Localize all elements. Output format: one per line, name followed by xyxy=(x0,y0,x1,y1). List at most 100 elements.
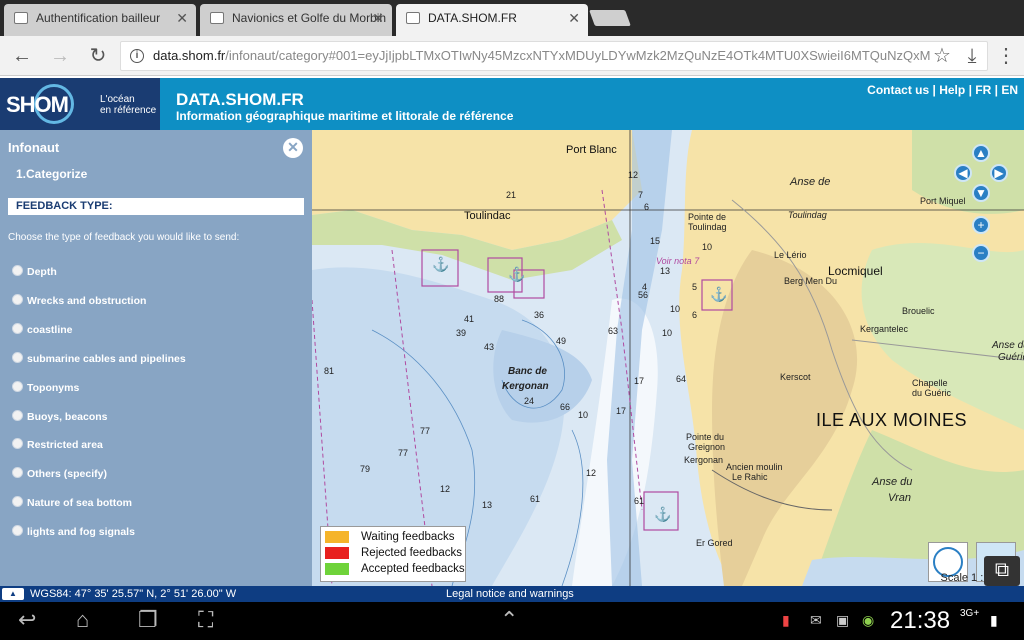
nautical-chart-map[interactable]: ILE AUX MOINES Locmiquel Banc de Kergona… xyxy=(312,130,1024,586)
fullscreen-icon[interactable]: ⧉ xyxy=(984,556,1020,586)
url-path: /infonaut/category#001=eyJjIjpbLTMxOTIwN… xyxy=(225,48,931,63)
option-cables[interactable]: submarine cables and pipelines xyxy=(12,352,186,373)
browser-tab[interactable]: Authentification bailleur ✕ xyxy=(4,4,196,36)
expand-icon[interactable]: ▲ xyxy=(2,588,24,600)
help-link[interactable]: Help xyxy=(939,83,965,97)
radio-button[interactable] xyxy=(12,410,23,422)
radio-button[interactable] xyxy=(12,294,23,306)
place-anse-de: Anse de xyxy=(790,176,831,188)
site-subtitle: Information géographique maritime et lit… xyxy=(176,109,514,123)
place-kerscot: Kerscot xyxy=(780,372,811,382)
close-icon[interactable]: ✕ xyxy=(283,138,303,158)
address-bar: ← → ↻ i data.shom.fr/infonaut/category#0… xyxy=(0,36,1024,76)
depth-sounding: 49 xyxy=(556,336,567,346)
contact-link[interactable]: Contact us xyxy=(867,83,929,97)
new-tab-button[interactable] xyxy=(589,10,631,26)
depth-sounding: 63 xyxy=(608,326,619,336)
system-clock: 21:38 xyxy=(890,607,951,634)
home-nav-icon[interactable]: ⌂ xyxy=(76,608,89,632)
pan-left-button[interactable]: ◀ xyxy=(954,164,972,182)
shom-logo[interactable]: SHOM L'océan en référence xyxy=(0,78,160,130)
radio-button[interactable] xyxy=(12,352,23,364)
pan-down-button[interactable]: ▼ xyxy=(972,184,990,202)
radio-button[interactable] xyxy=(12,467,23,479)
legal-notice-link[interactable]: Legal notice and warnings xyxy=(446,586,574,602)
download-icon[interactable]: ⤓ xyxy=(958,42,986,70)
info-icon[interactable]: i xyxy=(130,49,144,63)
option-lights[interactable]: lights and fog signals xyxy=(12,525,135,546)
link-separator: | xyxy=(994,83,998,97)
option-label: submarine cables and pipelines xyxy=(27,353,186,365)
forward-icon[interactable]: → xyxy=(46,42,74,70)
anchor-icon: ⚓ xyxy=(654,506,672,522)
lang-fr-link[interactable]: FR xyxy=(975,83,991,97)
image-icon: ▣ xyxy=(836,612,850,628)
option-label: Toponyms xyxy=(27,382,80,394)
lang-en-link[interactable]: EN xyxy=(1001,83,1018,97)
logo-tagline-line2: en référence xyxy=(100,105,157,116)
network-label: 3G+ xyxy=(960,608,980,619)
option-depth[interactable]: Depth xyxy=(12,265,57,286)
browser-tab-active[interactable]: DATA.SHOM.FR ✕ xyxy=(396,4,588,36)
tab-title: Navionics et Golfe du Morbih xyxy=(232,11,387,25)
place-ile-aux-moines: ILE AUX MOINES xyxy=(816,410,968,430)
depth-sounding: 41 xyxy=(464,314,475,324)
option-toponyms[interactable]: Toponyms xyxy=(12,381,80,402)
place-port-blanc: Port Blanc xyxy=(566,144,617,156)
link-separator: | xyxy=(932,83,936,97)
logo-tagline: L'océan en référence xyxy=(100,94,156,116)
link-separator: | xyxy=(968,83,972,97)
option-wrecks[interactable]: Wrecks and obstruction xyxy=(12,294,147,315)
option-buoys[interactable]: Buoys, beacons xyxy=(12,410,108,431)
pan-up-button[interactable]: ▲ xyxy=(972,144,990,162)
option-label: Nature of sea bottom xyxy=(27,497,133,509)
depth-sounding: 12 xyxy=(628,170,639,180)
zoom-out-button[interactable]: − xyxy=(972,244,990,262)
place-kergantelec: Kergantelec xyxy=(860,324,909,334)
option-label: Depth xyxy=(27,266,57,278)
close-icon[interactable]: ✕ xyxy=(568,4,580,32)
app-icon: ✉ xyxy=(810,612,822,628)
radio-button[interactable] xyxy=(12,381,23,393)
back-nav-icon[interactable]: ↩ xyxy=(18,608,36,632)
anchor-icon: ⚓ xyxy=(508,266,526,282)
place-brouelic: Brouelic xyxy=(902,306,935,316)
reload-icon[interactable]: ↻ xyxy=(84,42,112,70)
radio-button[interactable] xyxy=(12,496,23,508)
depth-sounding: 39 xyxy=(456,328,467,338)
option-restricted[interactable]: Restricted area xyxy=(12,438,103,459)
place-le-rahic: Le Rahic xyxy=(732,472,768,482)
status-bar: ▲ WGS84: 47° 35' 25.57" N, 2° 51' 26.00"… xyxy=(0,586,1024,602)
option-others[interactable]: Others (specify) xyxy=(12,467,107,488)
radio-button[interactable] xyxy=(12,265,23,277)
depth-sounding: 21 xyxy=(506,190,517,200)
menu-icon[interactable]: ⋮ xyxy=(992,42,1020,70)
radio-button[interactable] xyxy=(12,525,23,537)
radio-button[interactable] xyxy=(12,438,23,450)
close-icon[interactable]: ✕ xyxy=(176,4,188,32)
place-banc-de: Banc de xyxy=(508,366,547,377)
feedback-legend: Waiting feedbacks Rejected feedbacks Acc… xyxy=(320,526,466,582)
option-sea-bottom[interactable]: Nature of sea bottom xyxy=(12,496,133,517)
place-banc-kergonan: Kergonan xyxy=(502,381,549,392)
back-icon[interactable]: ← xyxy=(8,42,36,70)
place-voir-nota: Voir nota 7 xyxy=(656,256,700,266)
pan-right-button[interactable]: ▶ xyxy=(990,164,1008,182)
url-input[interactable]: i data.shom.fr/infonaut/category#001=eyJ… xyxy=(120,41,988,71)
depth-sounding: 10 xyxy=(670,304,681,314)
option-label: Wrecks and obstruction xyxy=(27,295,147,307)
depth-sounding: 81 xyxy=(324,366,335,376)
top-links: Contact us | Help | FR | EN xyxy=(867,83,1018,97)
screenshot-icon[interactable]: ⛶ xyxy=(198,608,213,632)
depth-sounding: 15 xyxy=(650,236,661,246)
zoom-in-button[interactable]: + xyxy=(972,216,990,234)
browser-tab[interactable]: Navionics et Golfe du Morbih ✕ xyxy=(200,4,392,36)
recent-apps-icon[interactable]: ❐ xyxy=(138,608,158,632)
close-icon[interactable]: ✕ xyxy=(372,4,384,32)
depth-sounding: 79 xyxy=(360,464,371,474)
option-coastline[interactable]: coastline xyxy=(12,323,73,344)
radio-button[interactable] xyxy=(12,323,23,335)
chevron-up-icon[interactable]: ⌃ xyxy=(500,608,518,632)
star-icon[interactable]: ☆ xyxy=(928,42,956,70)
place-berg-men-du: Berg Men Du xyxy=(784,276,838,286)
